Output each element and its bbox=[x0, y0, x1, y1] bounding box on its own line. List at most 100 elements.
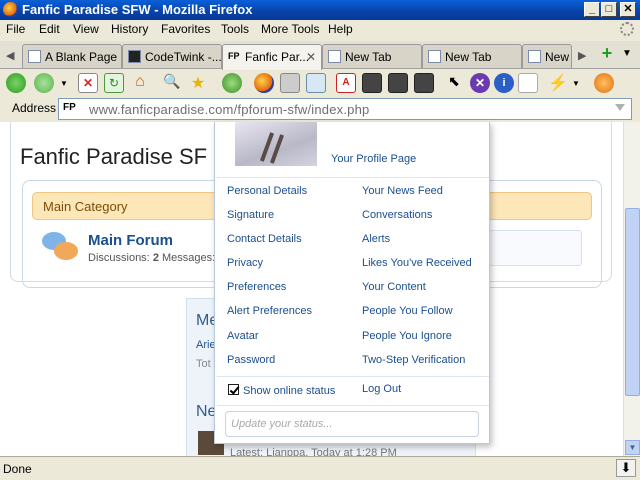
addon-icon[interactable] bbox=[594, 73, 614, 93]
reload-icon[interactable]: ↻ bbox=[104, 73, 124, 93]
status-update-input[interactable] bbox=[225, 411, 479, 437]
forum-link[interactable]: Main Forum bbox=[88, 232, 173, 249]
firefox-button-icon[interactable] bbox=[254, 73, 274, 93]
close-tab-icon[interactable]: ✕ bbox=[306, 50, 316, 64]
status-bar: Done ⬇ bbox=[0, 456, 640, 480]
vertical-scrollbar[interactable]: ▼ bbox=[623, 122, 640, 456]
download-icon[interactable]: ⬇ bbox=[616, 459, 636, 477]
link-preferences[interactable]: Preferences bbox=[227, 281, 286, 293]
menu-favorites[interactable]: Favorites bbox=[161, 22, 210, 36]
last-post-box bbox=[480, 230, 582, 266]
page-title: Fanfic Paradise SF bbox=[20, 144, 208, 169]
forum-bubbles-icon bbox=[42, 232, 78, 262]
site-icon bbox=[128, 50, 141, 63]
sidebar-member-link[interactable]: Arie bbox=[196, 339, 216, 351]
monitor-red-2-icon[interactable] bbox=[388, 73, 408, 93]
link-contact-details[interactable]: Contact Details bbox=[227, 233, 302, 245]
print-icon[interactable] bbox=[280, 73, 300, 93]
address-row: Address FP www.fanficparadise.com/fpforu… bbox=[0, 97, 640, 121]
menu-tools[interactable]: Tools bbox=[221, 22, 249, 36]
link-two-step[interactable]: Two-Step Verification bbox=[362, 354, 465, 366]
tab-fanfic-paradise[interactable]: FP Fanfic Par... ✕ bbox=[222, 44, 322, 70]
link-password[interactable]: Password bbox=[227, 354, 275, 366]
link-conversations[interactable]: Conversations bbox=[362, 209, 432, 221]
tab-blank-page[interactable]: A Blank Page bbox=[22, 44, 122, 68]
menu-file[interactable]: File bbox=[6, 22, 25, 36]
search-icon[interactable]: 🔍 bbox=[162, 73, 182, 93]
divider bbox=[217, 376, 489, 377]
pdf-icon[interactable]: A bbox=[336, 73, 356, 93]
tab-scroll-left-icon[interactable]: ◀ bbox=[6, 49, 14, 62]
bookmark-star-icon[interactable]: ★ bbox=[188, 73, 208, 93]
logout-link[interactable]: Log Out bbox=[362, 383, 401, 395]
tab-new-2[interactable]: New Tab bbox=[422, 44, 522, 68]
link-personal-details[interactable]: Personal Details bbox=[227, 185, 307, 197]
minimize-button[interactable]: _ bbox=[584, 2, 600, 17]
menu-edit[interactable]: Edit bbox=[39, 22, 60, 36]
url-dropdown-icon[interactable] bbox=[615, 104, 625, 111]
history-dropdown-icon[interactable]: ▼ bbox=[60, 73, 70, 93]
lightning-dropdown-icon[interactable]: ▼ bbox=[572, 73, 582, 93]
firefox-icon bbox=[3, 2, 18, 17]
latest-post-text: Latest: Lianppa, Today at 1:28 PM bbox=[230, 447, 397, 456]
back-icon[interactable] bbox=[6, 73, 26, 93]
menu-help[interactable]: Help bbox=[328, 22, 353, 36]
tab-bar: ◀ A Blank Page CodeTwink -... FP Fanfic P… bbox=[0, 41, 640, 70]
go-icon[interactable] bbox=[222, 73, 242, 93]
screenshot-icon[interactable] bbox=[306, 73, 326, 93]
menu-more-tools[interactable]: More Tools bbox=[261, 22, 319, 36]
close-button[interactable]: ✕ bbox=[620, 2, 636, 17]
tab-list-icon[interactable]: ▼ bbox=[622, 48, 632, 59]
monitor-red-3-icon[interactable] bbox=[414, 73, 434, 93]
page-icon bbox=[28, 50, 41, 63]
new-tab-icon[interactable]: + bbox=[598, 44, 616, 63]
scrollbar-thumb[interactable] bbox=[625, 208, 640, 396]
notes-icon[interactable] bbox=[518, 73, 538, 93]
window-title: Fanfic Paradise SFW - Mozilla Firefox bbox=[22, 2, 253, 17]
link-likes-received[interactable]: Likes You've Received bbox=[362, 257, 472, 269]
tab-new-1[interactable]: New Tab bbox=[322, 44, 422, 68]
menu-bar: File Edit View History Favorites Tools M… bbox=[0, 20, 640, 39]
url-text[interactable]: www.fanficparadise.com/fpforum-sfw/index… bbox=[89, 102, 369, 117]
home-icon[interactable]: ⌂ bbox=[130, 73, 150, 93]
address-label: Address bbox=[12, 101, 57, 115]
scroll-down-arrow-icon[interactable]: ▼ bbox=[625, 440, 640, 455]
sidebar-total-label: Tot bbox=[196, 358, 211, 370]
forward-icon[interactable] bbox=[34, 73, 54, 93]
title-bar: Fanfic Paradise SFW - Mozilla Firefox _ … bbox=[0, 0, 640, 20]
tab-codetwink[interactable]: CodeTwink -... bbox=[122, 44, 222, 68]
address-field[interactable]: FP www.fanficparadise.com/fpforum-sfw/in… bbox=[58, 98, 632, 120]
link-people-follow[interactable]: People You Follow bbox=[362, 305, 453, 317]
tab-scroll-right-icon[interactable]: ▶ bbox=[578, 49, 586, 62]
profile-page-link[interactable]: Your Profile Page bbox=[331, 153, 416, 165]
page-icon bbox=[428, 50, 441, 63]
menu-view[interactable]: View bbox=[73, 22, 99, 36]
link-signature[interactable]: Signature bbox=[227, 209, 274, 221]
show-online-label[interactable]: Show online status bbox=[243, 385, 335, 397]
link-people-ignore[interactable]: People You Ignore bbox=[362, 330, 452, 342]
link-avatar[interactable]: Avatar bbox=[227, 330, 259, 342]
fp-icon: FP bbox=[228, 51, 240, 61]
info-icon[interactable]: i bbox=[494, 73, 514, 93]
maximize-button[interactable]: □ bbox=[601, 2, 617, 17]
account-menu-popup: Your Profile Page Personal Details Signa… bbox=[214, 122, 490, 444]
monitor-red-icon[interactable] bbox=[362, 73, 382, 93]
throbber-icon bbox=[620, 22, 634, 36]
profile-avatar[interactable] bbox=[235, 122, 317, 166]
lightning-icon[interactable]: ⚡ bbox=[548, 73, 568, 93]
link-alerts[interactable]: Alerts bbox=[362, 233, 390, 245]
divider bbox=[217, 177, 489, 178]
block-icon[interactable]: ✕ bbox=[470, 73, 490, 93]
status-text: Done bbox=[3, 462, 32, 476]
link-alert-preferences[interactable]: Alert Preferences bbox=[227, 305, 312, 317]
category-title: Main Category bbox=[43, 199, 128, 214]
site-favicon: FP bbox=[63, 102, 76, 113]
link-news-feed[interactable]: Your News Feed bbox=[362, 185, 443, 197]
show-online-checkbox[interactable] bbox=[228, 384, 239, 395]
link-your-content[interactable]: Your Content bbox=[362, 281, 426, 293]
menu-history[interactable]: History bbox=[111, 22, 148, 36]
tab-new-3[interactable]: New bbox=[522, 44, 572, 68]
link-privacy[interactable]: Privacy bbox=[227, 257, 263, 269]
stop-icon[interactable]: ✕ bbox=[78, 73, 98, 93]
cursor-select-icon[interactable]: ⬉ bbox=[444, 73, 464, 93]
